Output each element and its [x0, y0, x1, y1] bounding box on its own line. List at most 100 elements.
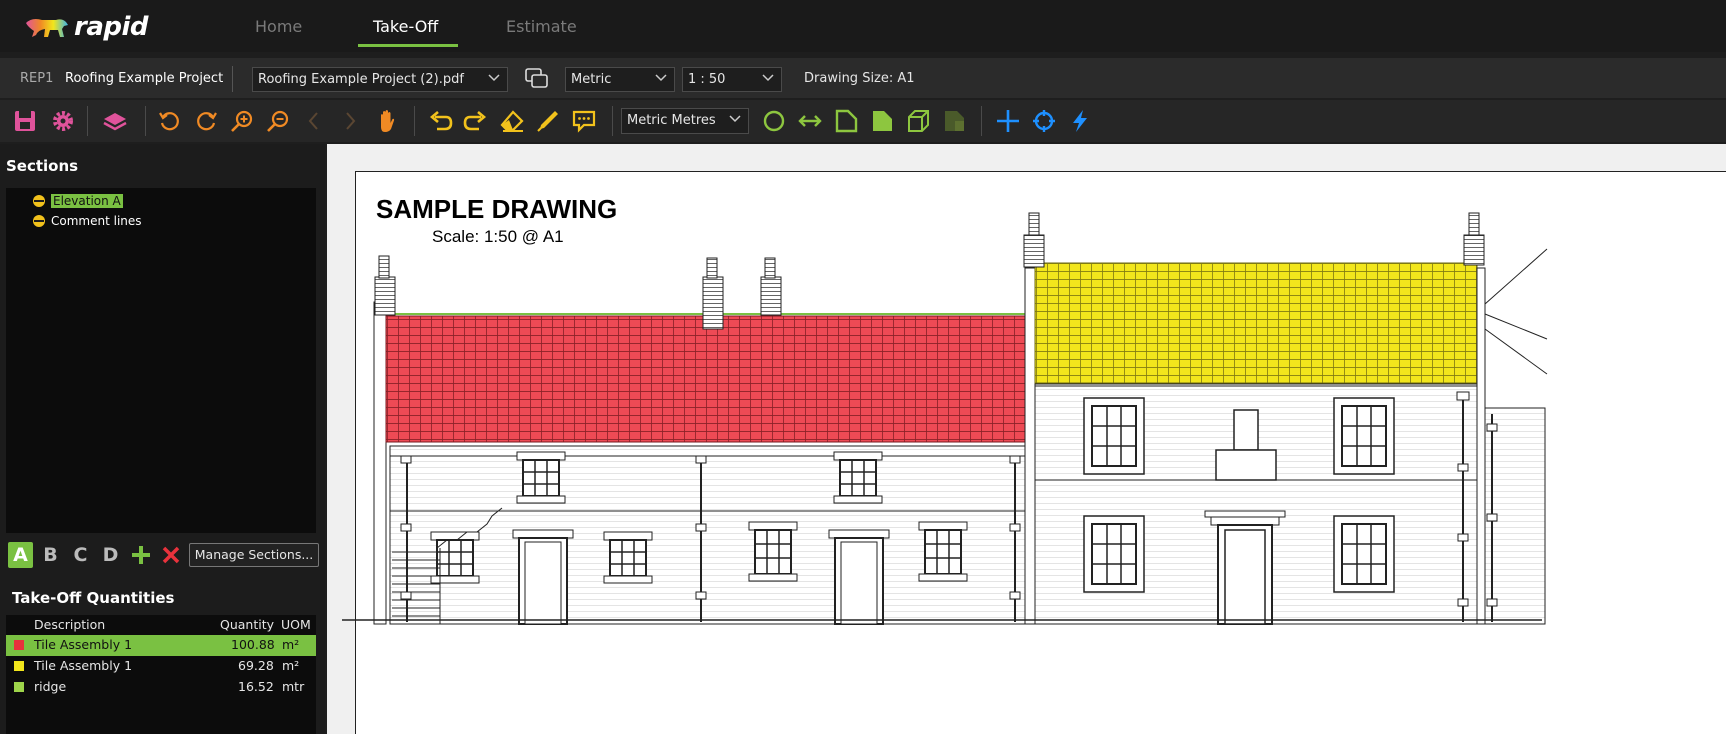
- project-bar: REP1 Roofing Example Project Roofing Exa…: [0, 58, 1726, 98]
- section-letter-a[interactable]: A: [8, 542, 33, 568]
- window: [1333, 397, 1395, 475]
- add-point-icon: [997, 110, 1019, 132]
- save-button[interactable]: [10, 106, 40, 136]
- quick-takeoff-icon: [1073, 110, 1087, 132]
- chimney-pot: [1028, 212, 1040, 236]
- eraser-icon: [500, 110, 524, 132]
- nav-tab-estimate[interactable]: Estimate: [506, 17, 577, 36]
- pan-button[interactable]: [372, 106, 402, 136]
- nav-tab-home[interactable]: Home: [255, 17, 302, 36]
- layers-icon: [103, 113, 127, 131]
- zoom-out-icon: [267, 110, 289, 132]
- divider: [232, 66, 233, 92]
- area-fill-button[interactable]: [867, 106, 897, 136]
- table-row[interactable]: Tile Assembly 1 100.88 m²: [6, 635, 316, 656]
- takeoff-quantities-title: Take-Off Quantities: [12, 589, 175, 607]
- redo-button[interactable]: [461, 106, 491, 136]
- area-outline-button[interactable]: [831, 106, 861, 136]
- layers-button[interactable]: [100, 106, 130, 136]
- section-letter-row: A B C D Manage Sections...: [6, 542, 320, 572]
- circle-tool-button[interactable]: [759, 106, 789, 136]
- sections-title: Sections: [6, 157, 79, 175]
- eraser-button[interactable]: [497, 106, 527, 136]
- pen-button[interactable]: [533, 106, 563, 136]
- window: [603, 531, 653, 584]
- volume-icon: [908, 110, 929, 132]
- column-header-uom[interactable]: UOM: [281, 617, 311, 632]
- chimney: [702, 276, 724, 330]
- red-roof-takeoff[interactable]: [385, 315, 1046, 443]
- previous-page-button[interactable]: [299, 106, 329, 136]
- chimney: [1463, 234, 1485, 266]
- zoom-in-button[interactable]: [227, 106, 257, 136]
- column-header-quantity[interactable]: Quantity: [220, 617, 274, 632]
- next-page-button[interactable]: [335, 106, 365, 136]
- chimney: [374, 276, 396, 316]
- linear-measure-button[interactable]: [795, 106, 825, 136]
- section-item-elevation-a[interactable]: Elevation A: [32, 192, 123, 210]
- drawing-size: Drawing Size: A1: [804, 71, 915, 86]
- deduction-button[interactable]: [939, 106, 969, 136]
- add-icon: [132, 546, 150, 564]
- central-panel: [1233, 409, 1259, 451]
- window: [1333, 515, 1395, 593]
- add-point-button[interactable]: [993, 106, 1023, 136]
- window: [918, 521, 968, 582]
- section-letter-d[interactable]: D: [98, 542, 123, 568]
- comment-button[interactable]: [569, 106, 599, 136]
- settings-button[interactable]: [48, 106, 78, 136]
- quick-takeoff-button[interactable]: [1065, 106, 1095, 136]
- multi-page-button[interactable]: [524, 66, 550, 92]
- drawing-scale-label: Scale: 1:50 @ A1: [432, 227, 564, 246]
- left-panel: Sections Elevation A Comment lines A B C…: [0, 144, 325, 734]
- row-quantity: 100.88: [231, 637, 275, 652]
- app-logo: rapid: [24, 12, 149, 42]
- row-quantity: 16.52: [238, 679, 274, 694]
- volume-button[interactable]: [903, 106, 933, 136]
- file-select-value: Roofing Example Project (2).pdf: [258, 72, 464, 87]
- window: [833, 451, 883, 504]
- nav-tab-take-off[interactable]: Take-Off: [373, 17, 438, 36]
- linear-measure-icon: [798, 115, 822, 127]
- rotate-right-icon: [197, 112, 217, 131]
- add-section-button[interactable]: [130, 544, 152, 566]
- zoom-in-icon: [231, 110, 253, 132]
- table-row[interactable]: Tile Assembly 1 69.28 m²: [6, 656, 316, 677]
- yellow-roof-takeoff[interactable]: [1034, 262, 1478, 384]
- section-letter-c[interactable]: C: [68, 542, 93, 568]
- deduction-icon: [945, 111, 964, 131]
- circle-tool-icon: [763, 110, 785, 132]
- window: [1083, 397, 1145, 475]
- file-select[interactable]: Roofing Example Project (2).pdf: [252, 67, 508, 92]
- section-letter-b[interactable]: B: [38, 542, 63, 568]
- measure-units-value: Metric Metres: [627, 113, 716, 128]
- rotate-left-button[interactable]: [155, 106, 185, 136]
- section-status-icon: [33, 215, 45, 227]
- manage-sections-button[interactable]: Manage Sections...: [189, 543, 319, 567]
- undo-icon: [429, 111, 453, 131]
- central-panel: [1215, 449, 1277, 481]
- undo-button[interactable]: [425, 106, 455, 136]
- pen-icon: [537, 111, 558, 132]
- zoom-out-button[interactable]: [263, 106, 293, 136]
- measure-units-select[interactable]: Metric Metres: [621, 108, 749, 134]
- column-header-description[interactable]: Description: [34, 617, 105, 632]
- snap-icon: [1033, 110, 1055, 132]
- top-navigation: rapid Home Take-Off Estimate: [0, 0, 1726, 52]
- section-item-label: Elevation A: [51, 194, 123, 208]
- door: [1204, 510, 1286, 625]
- section-item-comment-lines[interactable]: Comment lines: [32, 212, 142, 230]
- scale-select[interactable]: 1 : 50: [682, 67, 782, 92]
- rotate-right-button[interactable]: [191, 106, 221, 136]
- units-select[interactable]: Metric: [565, 67, 675, 92]
- snap-button[interactable]: [1029, 106, 1059, 136]
- section-tree[interactable]: Elevation A Comment lines: [6, 188, 316, 533]
- drawing-title: SAMPLE DRAWING: [376, 194, 618, 224]
- color-swatch: [14, 640, 24, 650]
- area-fill-icon: [873, 111, 892, 131]
- table-row[interactable]: ridge 16.52 mtr: [6, 677, 316, 698]
- takeoff-quantities-table: Description Quantity UOM Tile Assembly 1…: [6, 615, 316, 734]
- delete-section-button[interactable]: [160, 544, 182, 566]
- color-swatch: [14, 661, 24, 671]
- right-end-wall: [1476, 267, 1486, 625]
